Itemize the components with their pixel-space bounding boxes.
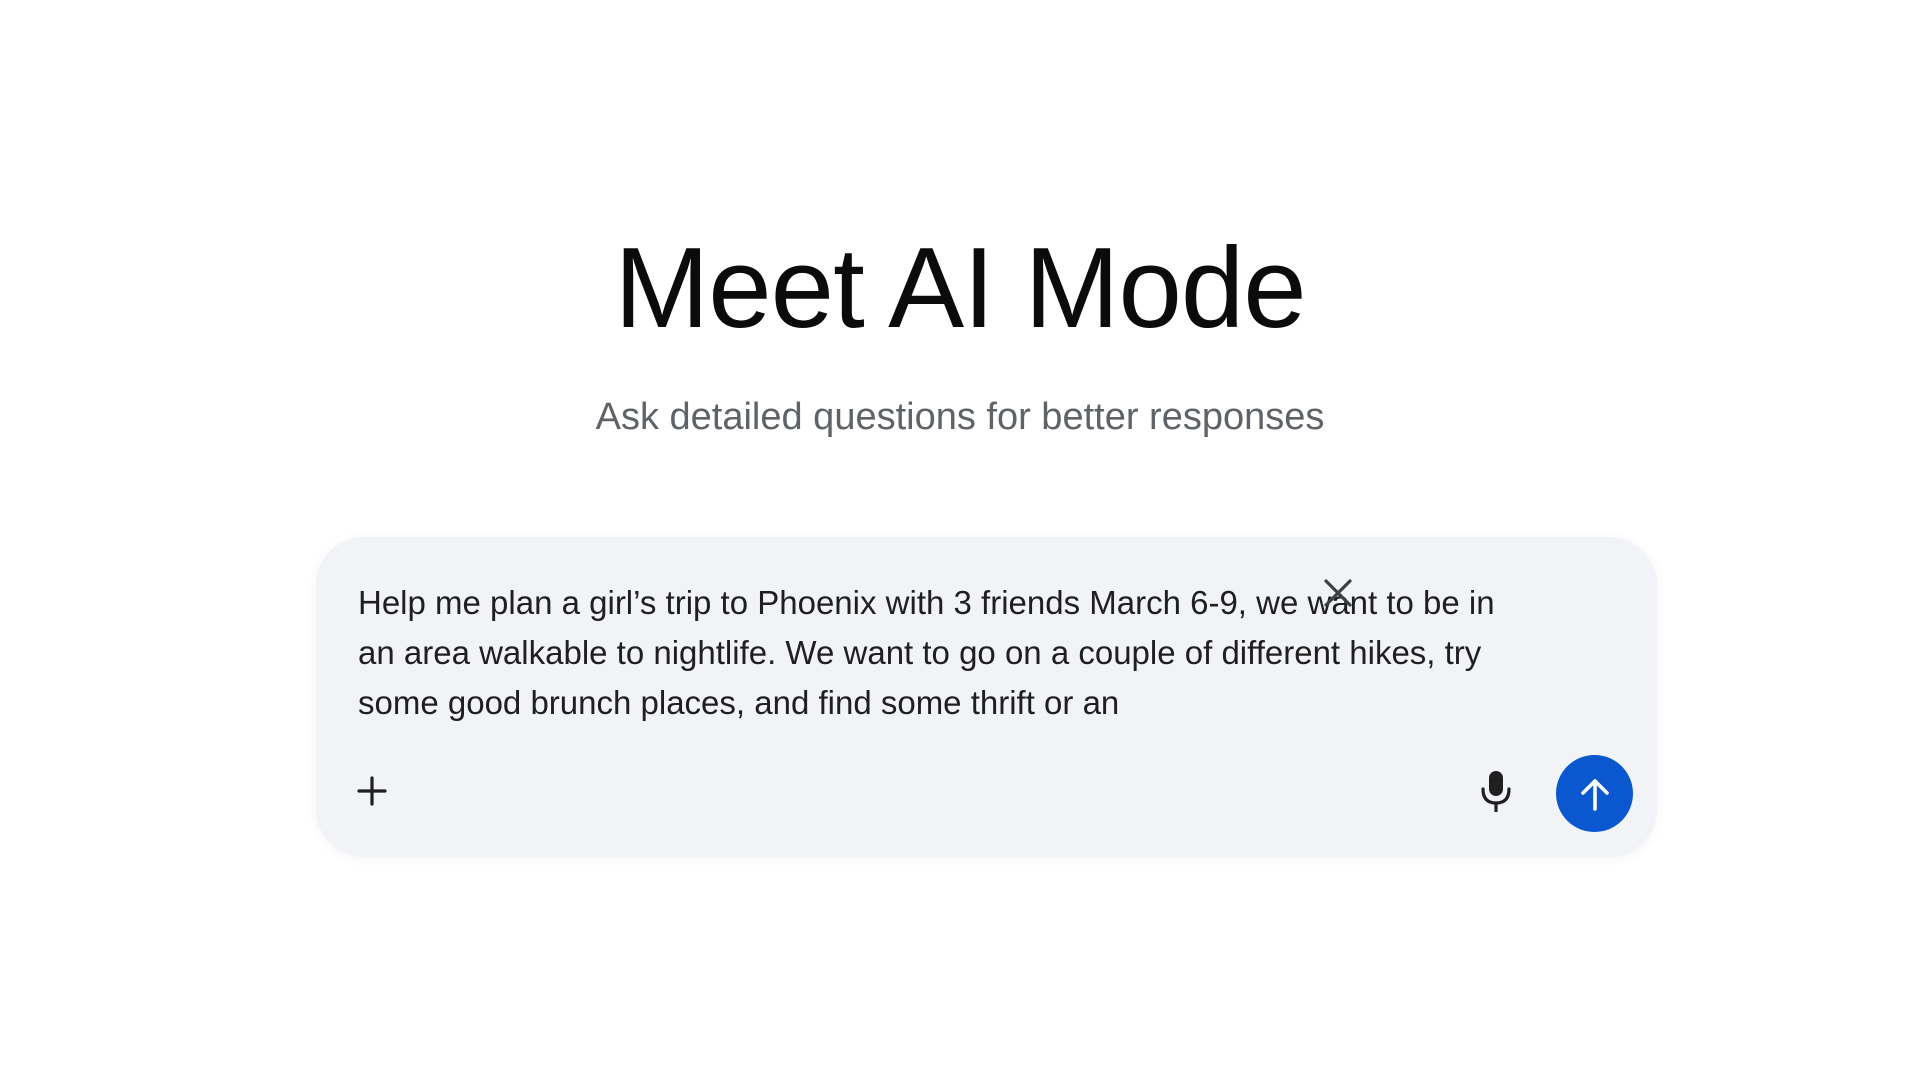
microphone-icon: [1479, 770, 1513, 812]
prompt-input-box[interactable]: Help me plan a girl’s trip to Phoenix wi…: [316, 537, 1657, 857]
close-icon: [1323, 578, 1353, 608]
voice-input-button[interactable]: [1472, 767, 1520, 815]
clear-button[interactable]: [1316, 571, 1360, 615]
prompt-input-text[interactable]: Help me plan a girl’s trip to Phoenix wi…: [358, 578, 1538, 728]
page-title: Meet AI Mode: [614, 225, 1306, 352]
send-button[interactable]: [1556, 755, 1633, 832]
add-attachment-button[interactable]: [350, 769, 394, 813]
arrow-up-icon: [1577, 776, 1613, 812]
plus-icon: [357, 776, 387, 806]
page-subtitle: Ask detailed questions for better respon…: [595, 396, 1325, 438]
ai-mode-page: Meet AI Mode Ask detailed questions for …: [0, 0, 1920, 1080]
